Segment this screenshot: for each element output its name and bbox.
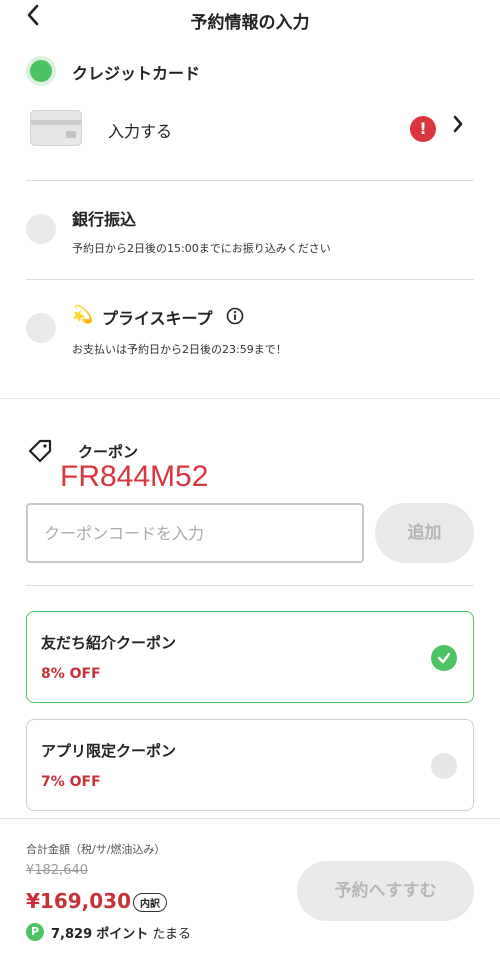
credit-card-radio[interactable] [26, 56, 56, 86]
checkout-footer: 合計金額（税/サ/燃油込み） ¥182,640 ¥169,030 内訳 P 7,… [0, 818, 500, 959]
coupon-discount: 8% OFF [41, 666, 101, 682]
total-label: 合計金額（税/サ/燃油込み） [26, 843, 166, 856]
section-divider [0, 398, 500, 399]
error-icon: ! [410, 116, 436, 142]
coupon-discount: 7% OFF [41, 774, 101, 790]
coupon-name: 友だち紹介クーポン [41, 634, 177, 652]
coupon-title: クーポン [78, 443, 139, 461]
divider [26, 279, 474, 280]
divider [26, 180, 474, 181]
header: 予約情報の入力 [0, 0, 500, 38]
coupon-code-input[interactable] [26, 503, 364, 563]
add-coupon-button[interactable]: 追加 [375, 503, 474, 563]
price-keep-label: プライスキープ [102, 309, 213, 328]
coupon-name: アプリ限定クーポン [41, 742, 177, 760]
price-keep-emoji: 💫 [72, 305, 94, 325]
bank-transfer-label: 銀行振込 [72, 210, 137, 229]
points-icon: P [26, 923, 44, 941]
original-price: ¥182,640 [26, 863, 89, 878]
reserve-button[interactable]: 予約へすすむ [297, 861, 474, 921]
divider [26, 585, 474, 586]
info-icon[interactable] [226, 307, 244, 329]
points-earned: 7,829 ポイント たまる [51, 923, 191, 942]
coupon-card-friend[interactable]: 友だち紹介クーポン 8% OFF [26, 611, 474, 703]
coupon-code-overlay: FR844M52 [60, 460, 209, 493]
coupon-radio[interactable] [431, 753, 457, 779]
bank-transfer-note: 予約日から2日後の15:00までにお振り込みください [72, 242, 331, 255]
breakdown-button[interactable]: 内訳 [133, 893, 167, 912]
bank-transfer-radio[interactable] [26, 214, 56, 244]
card-entry-label[interactable]: 入力する [108, 118, 172, 142]
points-suffix: たまる [152, 927, 192, 942]
credit-card-label: クレジットカード [72, 64, 201, 83]
total-price: ¥169,030 [26, 889, 132, 913]
tag-icon [26, 437, 54, 465]
price-keep-radio[interactable] [26, 313, 56, 343]
chevron-right-icon[interactable] [452, 114, 464, 140]
price-keep-note: お支払いは予約日から2日後の23:59まで！ [72, 343, 287, 356]
credit-card-icon [30, 110, 82, 146]
points-value: 7,829 [51, 927, 93, 942]
page-title: 予約情報の入力 [190, 13, 310, 33]
check-icon [431, 645, 457, 671]
coupon-card-app[interactable]: アプリ限定クーポン 7% OFF [26, 719, 474, 811]
points-unit: ポイント [96, 927, 149, 942]
